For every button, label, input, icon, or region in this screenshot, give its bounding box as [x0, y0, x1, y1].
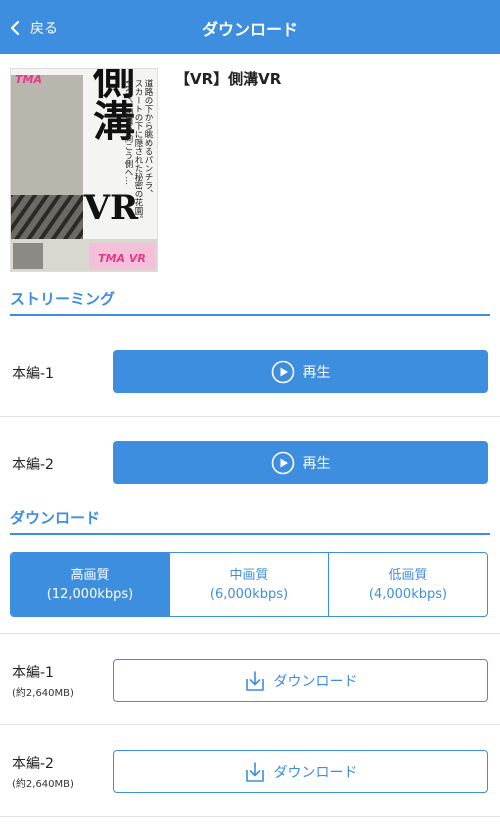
- quality-option-high[interactable]: 高画質 (12,000kbps): [11, 553, 169, 616]
- download-size-1: (約2,640MB): [12, 688, 74, 699]
- download-button-label-2: ダウンロード: [273, 764, 358, 781]
- play-button-label-1: 再生: [302, 364, 331, 381]
- cover-tagline-2: スカートの下に隠された秘密の花園。: [133, 79, 143, 224]
- play-circle-icon: [271, 360, 294, 383]
- cover-badge: TMA VR: [98, 252, 146, 265]
- play-button-label-2: 再生: [302, 455, 331, 472]
- cover-image: TMA 側溝 VR 道路の下から眺めるパンチラ、 スカートの下に隠された秘密の花…: [10, 68, 158, 272]
- download-button-2[interactable]: ダウンロード: [113, 750, 488, 793]
- product-header: TMA 側溝 VR 道路の下から眺めるパンチラ、 スカートの下に隠された秘密の花…: [10, 68, 490, 274]
- play-circle-icon: [271, 451, 294, 474]
- download-label-1: 本編-1: [12, 665, 54, 681]
- page-title: ダウンロード: [201, 20, 298, 39]
- quality-rate-low: (4,000kbps): [368, 586, 448, 602]
- nav-bar: 戻る ダウンロード: [0, 0, 500, 54]
- cover-tagline-3: VRで、側溝の向こう側へ…: [123, 78, 133, 185]
- download-icon: [245, 670, 264, 691]
- download-row-2: 本編-2 (約2,640MB) ダウンロード: [0, 725, 500, 817]
- download-label-2: 本編-2: [12, 756, 54, 772]
- quality-name-medium: 中画質: [229, 567, 269, 583]
- cover-brand: TMA: [15, 73, 42, 86]
- cover-artwork: TMA 側溝 VR 道路の下から眺めるパンチラ、 スカートの下に隠された秘密の花…: [11, 69, 157, 271]
- download-size-2: (約2,640MB): [12, 779, 74, 790]
- quality-rate-high: (12,000kbps): [46, 586, 134, 602]
- quality-name-high: 高画質: [70, 567, 110, 583]
- streaming-section-heading: ストリーミング: [10, 288, 490, 316]
- quality-option-low[interactable]: 低画質 (4,000kbps): [328, 553, 487, 616]
- download-heading-label: ダウンロード: [10, 509, 101, 527]
- streaming-row-1: 本編-1 再生: [0, 326, 500, 417]
- quality-rate-medium: (6,000kbps): [209, 586, 289, 602]
- streaming-label-2: 本編-2: [12, 457, 54, 473]
- quality-option-medium[interactable]: 中画質 (6,000kbps): [169, 553, 328, 616]
- play-button-2[interactable]: 再生: [113, 441, 488, 484]
- download-section-heading: ダウンロード: [10, 507, 490, 535]
- streaming-row-2: 本編-2 再生: [0, 417, 500, 499]
- download-button-label-1: ダウンロード: [273, 673, 358, 690]
- download-row-1: 本編-1 (約2,640MB) ダウンロード: [0, 634, 500, 725]
- streaming-heading-label: ストリーミング: [10, 290, 116, 308]
- product-title: 【VR】側溝VR: [175, 70, 282, 88]
- streaming-label-1: 本編-1: [12, 366, 54, 382]
- quality-name-low: 低画質: [388, 567, 428, 583]
- quality-selector: 高画質 (12,000kbps) 中画質 (6,000kbps) 低画質 (4,…: [10, 552, 488, 617]
- cover-main-text-vr: VR: [83, 188, 139, 228]
- download-icon: [245, 761, 264, 782]
- cover-tagline: 道路の下から眺めるパンチラ、: [143, 78, 153, 198]
- play-button-1[interactable]: 再生: [113, 350, 488, 393]
- download-button-1[interactable]: ダウンロード: [113, 659, 488, 702]
